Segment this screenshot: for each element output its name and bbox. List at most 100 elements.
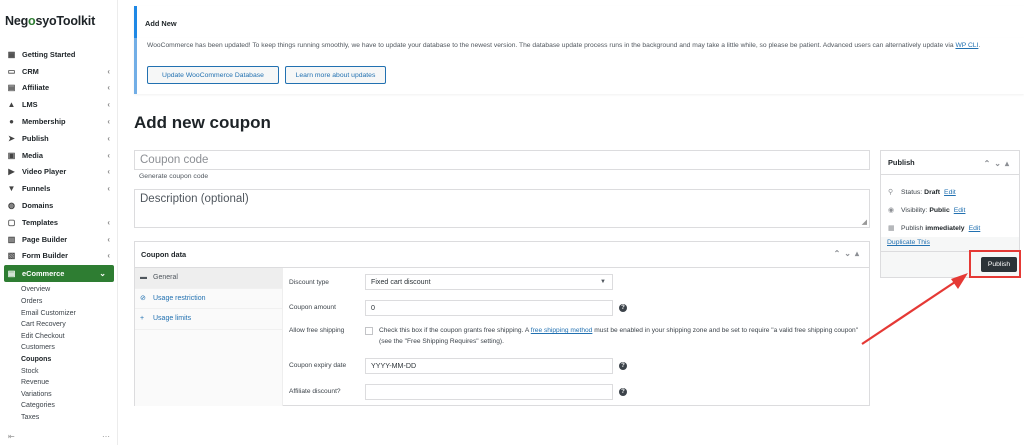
page: NegosyoToolkit ▦ Getting Started ▭ CRM ‹ ▤ A… [0, 0, 1024, 445]
affiliate-discount-row: Affiliate discount? ? [283, 384, 869, 402]
edit-visibility-link[interactable]: Edit [954, 207, 966, 214]
tab-usage-restriction[interactable]: ⊘ Usage restriction [135, 289, 282, 309]
edit-schedule-link[interactable]: Edit [969, 225, 981, 232]
chevron-left-icon: ‹ [107, 150, 110, 160]
coupon-amount-row: Coupon amount 0 ? [283, 300, 869, 318]
duplicate-link[interactable]: Duplicate This [887, 239, 930, 246]
tab-general[interactable]: ▬ General [135, 268, 282, 289]
submenu-item-revenue[interactable]: Revenue [0, 377, 118, 389]
sidebar-item-crm[interactable]: ▭ CRM ‹ [0, 63, 118, 80]
submenu-item-email-customizer[interactable]: Email Customizer [0, 307, 118, 319]
sidebar-nav: ▦ Getting Started ▭ CRM ‹ ▤ Affiliate ‹ ▲ LMS ‹… [0, 46, 118, 423]
coupon-code-input[interactable]: Coupon code [134, 150, 870, 170]
coupon-data-header: Coupon data ⌃⌄▴ [135, 242, 869, 268]
learn-more-button[interactable]: Learn more about updates [285, 66, 386, 84]
submenu-item-cart-recovery[interactable]: Cart Recovery [0, 319, 118, 331]
free-shipping-row: Allow free shipping Check this box if th… [283, 326, 869, 352]
sidebar-item-domains[interactable]: ◍ Domains [0, 197, 118, 214]
discount-type-select[interactable]: Fixed cart discount ▼ [365, 274, 613, 290]
page-builder-icon: ▥ [7, 234, 16, 244]
help-icon[interactable]: ? [619, 362, 627, 370]
ecommerce-icon: ▤ [7, 269, 16, 279]
sidebar-item-ecommerce[interactable]: ▤ eCommerce ⌄ [4, 265, 114, 283]
page-title: Add new coupon [134, 113, 271, 132]
sidebar-item-page-builder[interactable]: ▥ Page Builder ‹ [0, 231, 118, 248]
submenu-item-coupons[interactable]: Coupons [0, 354, 118, 366]
chevron-left-icon: ‹ [107, 100, 110, 110]
chevron-left-icon: ‹ [107, 251, 110, 261]
block-icon: ⊘ [140, 295, 146, 303]
notice-text: WooCommerce has been updated! To keep th… [147, 42, 981, 49]
sidebar-item-lms[interactable]: ▲ LMS ‹ [0, 96, 118, 113]
paper-plane-icon: ➤ [8, 133, 15, 143]
expiry-date-row: Coupon expiry date YYYY-MM-DD ? [283, 358, 869, 376]
free-shipping-method-link[interactable]: free shipping method [531, 327, 593, 334]
help-icon[interactable]: ? [619, 304, 627, 312]
highlight-box [969, 250, 1021, 278]
edit-status-link[interactable]: Edit [944, 189, 956, 196]
sidebar-item-media[interactable]: ▣ Media ‹ [0, 147, 118, 164]
play-icon: ▶ [8, 167, 15, 177]
sidebar-item-getting-started[interactable]: ▦ Getting Started [0, 46, 118, 63]
more-icon[interactable]: ⋯ [102, 432, 110, 441]
chevron-left-icon: ‹ [107, 83, 110, 93]
sidebar-item-video-player[interactable]: ▶ Video Player ‹ [0, 164, 118, 181]
pin-icon: ⚲ [888, 189, 894, 196]
description-placeholder: Description (optional) [140, 193, 249, 205]
submenu-item-categories[interactable]: Categories [0, 400, 118, 412]
submenu-item-orders[interactable]: Orders [0, 296, 118, 308]
coupon-amount-input[interactable]: 0 [365, 300, 613, 316]
coupon-data-tabs: ▬ General ⊘ Usage restriction + Usage limit… [135, 268, 283, 406]
crm-icon: ▭ [7, 66, 16, 76]
sidebar-item-affiliate[interactable]: ▤ Affiliate ‹ [0, 80, 118, 97]
visibility-line: ◉ Visibility: Public Edit [888, 206, 966, 215]
affiliate-discount-input[interactable] [365, 384, 613, 400]
brand-logo[interactable]: NegosyoToolkit [5, 14, 95, 28]
sidebar-item-membership[interactable]: ● Membership ‹ [0, 113, 118, 130]
chevron-left-icon: ‹ [107, 117, 110, 127]
collapse-menu-icon[interactable]: ⇤ [8, 432, 15, 441]
panel-controls[interactable]: ⌃⌄▴ [834, 249, 863, 258]
top-bar: Add New [134, 6, 1024, 38]
templates-icon: ▢ [7, 217, 16, 227]
schedule-line: ▦ Publish immediately Edit [888, 224, 981, 233]
tab-usage-limits[interactable]: + Usage limits [135, 309, 282, 330]
chevron-left-icon: ‹ [107, 184, 110, 194]
sidebar-item-form-builder[interactable]: ▧ Form Builder ‹ [0, 248, 118, 265]
free-shipping-checkbox[interactable] [365, 327, 373, 335]
submenu-item-customers[interactable]: Customers [0, 342, 118, 354]
users-icon: ● [9, 117, 14, 127]
sidebar-item-templates[interactable]: ▢ Templates ‹ [0, 214, 118, 231]
calendar-icon: ▦ [888, 225, 895, 232]
affiliate-discount-label: Affiliate discount? [289, 388, 341, 395]
update-database-button[interactable]: Update WooCommerce Database [147, 66, 279, 84]
sidebar-footer: ⇤ ⋯ [8, 432, 110, 441]
submenu-item-variations[interactable]: Variations [0, 389, 118, 401]
submenu-item-stock[interactable]: Stock [0, 365, 118, 377]
panel-controls[interactable]: ⌃⌄▴ [984, 159, 1013, 168]
sidebar: NegosyoToolkit ▦ Getting Started ▭ CRM ‹ ▤ A… [0, 0, 118, 445]
free-shipping-label: Allow free shipping [289, 327, 345, 334]
chevron-left-icon: ‹ [107, 167, 110, 177]
sidebar-item-publish[interactable]: ➤ Publish ‹ [0, 130, 118, 147]
help-icon[interactable]: ? [619, 388, 627, 396]
wp-cli-link[interactable]: WP CLI [955, 42, 978, 49]
expiry-date-input[interactable]: YYYY-MM-DD [365, 358, 613, 374]
free-shipping-description: Check this box if the coupon grants free… [379, 327, 859, 345]
sidebar-item-funnels[interactable]: ▼ Funnels ‹ [0, 180, 118, 197]
general-fields: Discount type Fixed cart discount ▼ Coupo… [283, 268, 869, 406]
graduation-cap-icon: ▲ [7, 100, 16, 110]
generate-coupon-code-link[interactable]: Generate coupon code [139, 173, 208, 180]
update-notice: WooCommerce has been updated! To keep th… [134, 38, 1024, 94]
coupon-data-title: Coupon data [141, 250, 187, 259]
submenu-item-taxes[interactable]: Taxes [0, 412, 118, 424]
chevron-left-icon: ‹ [107, 66, 110, 76]
image-icon: ▣ [7, 150, 16, 160]
resize-handle-icon[interactable]: ◢ [862, 218, 867, 226]
submenu-item-overview[interactable]: Overview [0, 284, 118, 296]
funnel-icon: ▼ [7, 184, 16, 194]
description-textarea[interactable]: Description (optional) ◢ [134, 189, 870, 228]
ecommerce-submenu: Overview Orders Email Customizer Cart Re… [0, 284, 118, 423]
submenu-item-edit-checkout[interactable]: Edit Checkout [0, 331, 118, 343]
eye-icon: ◉ [888, 207, 895, 214]
